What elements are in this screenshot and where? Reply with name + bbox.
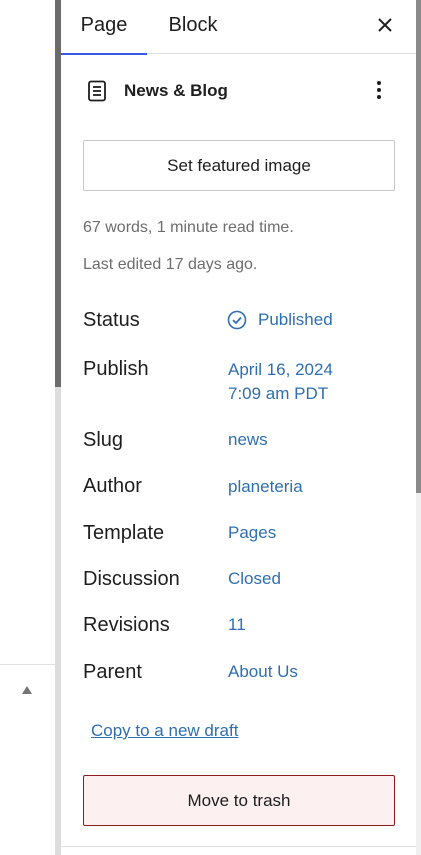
status-value[interactable]: Published	[258, 308, 333, 332]
template-label: Template	[83, 522, 165, 544]
slug-value[interactable]: news	[228, 428, 268, 452]
published-check-icon	[227, 310, 247, 330]
scroll-up-arrow-icon[interactable]	[22, 686, 32, 694]
canvas-divider	[0, 664, 55, 665]
document-header: News & Blog	[61, 54, 416, 126]
sidebar-scrollbar-thumb[interactable]	[416, 0, 421, 493]
publish-label: Publish	[83, 358, 149, 380]
set-featured-image-button[interactable]: Set featured image	[83, 140, 395, 191]
publish-date: April 16, 2024	[228, 360, 333, 379]
publish-date-value[interactable]: April 16, 2024 7:09 am PDT	[228, 358, 333, 406]
revisions-value[interactable]: 11	[228, 613, 246, 637]
tab-block[interactable]: Block	[161, 0, 225, 54]
editor-canvas	[0, 0, 55, 855]
discussion-value[interactable]: Closed	[228, 567, 281, 591]
more-vertical-icon[interactable]	[371, 78, 387, 102]
document-title: News & Blog	[124, 81, 228, 100]
tab-page[interactable]: Page	[61, 0, 147, 55]
sidebar-tabs: Page Block	[61, 0, 416, 55]
slug-label: Slug	[83, 429, 124, 451]
parent-label: Parent	[83, 661, 142, 683]
discussion-label: Discussion	[83, 568, 180, 590]
panel-divider	[61, 846, 416, 847]
page-icon	[87, 80, 107, 102]
word-count: 67 words, 1 minute read time.	[83, 219, 294, 236]
author-value[interactable]: planeteria	[228, 475, 303, 499]
last-edited: Last edited 17 days ago.	[83, 256, 258, 273]
author-label: Author	[83, 475, 142, 497]
status-label: Status	[83, 309, 140, 331]
template-value[interactable]: Pages	[228, 521, 276, 545]
move-to-trash-button[interactable]: Move to trash	[83, 775, 395, 826]
settings-sidebar: Page Block News & Blog Set featured imag…	[61, 0, 416, 855]
parent-value[interactable]: About Us	[228, 660, 298, 684]
copy-to-new-draft-link[interactable]: Copy to a new draft	[91, 721, 238, 741]
close-icon[interactable]	[373, 13, 397, 37]
revisions-label: Revisions	[83, 614, 170, 636]
publish-time: 7:09 am PDT	[228, 384, 329, 403]
